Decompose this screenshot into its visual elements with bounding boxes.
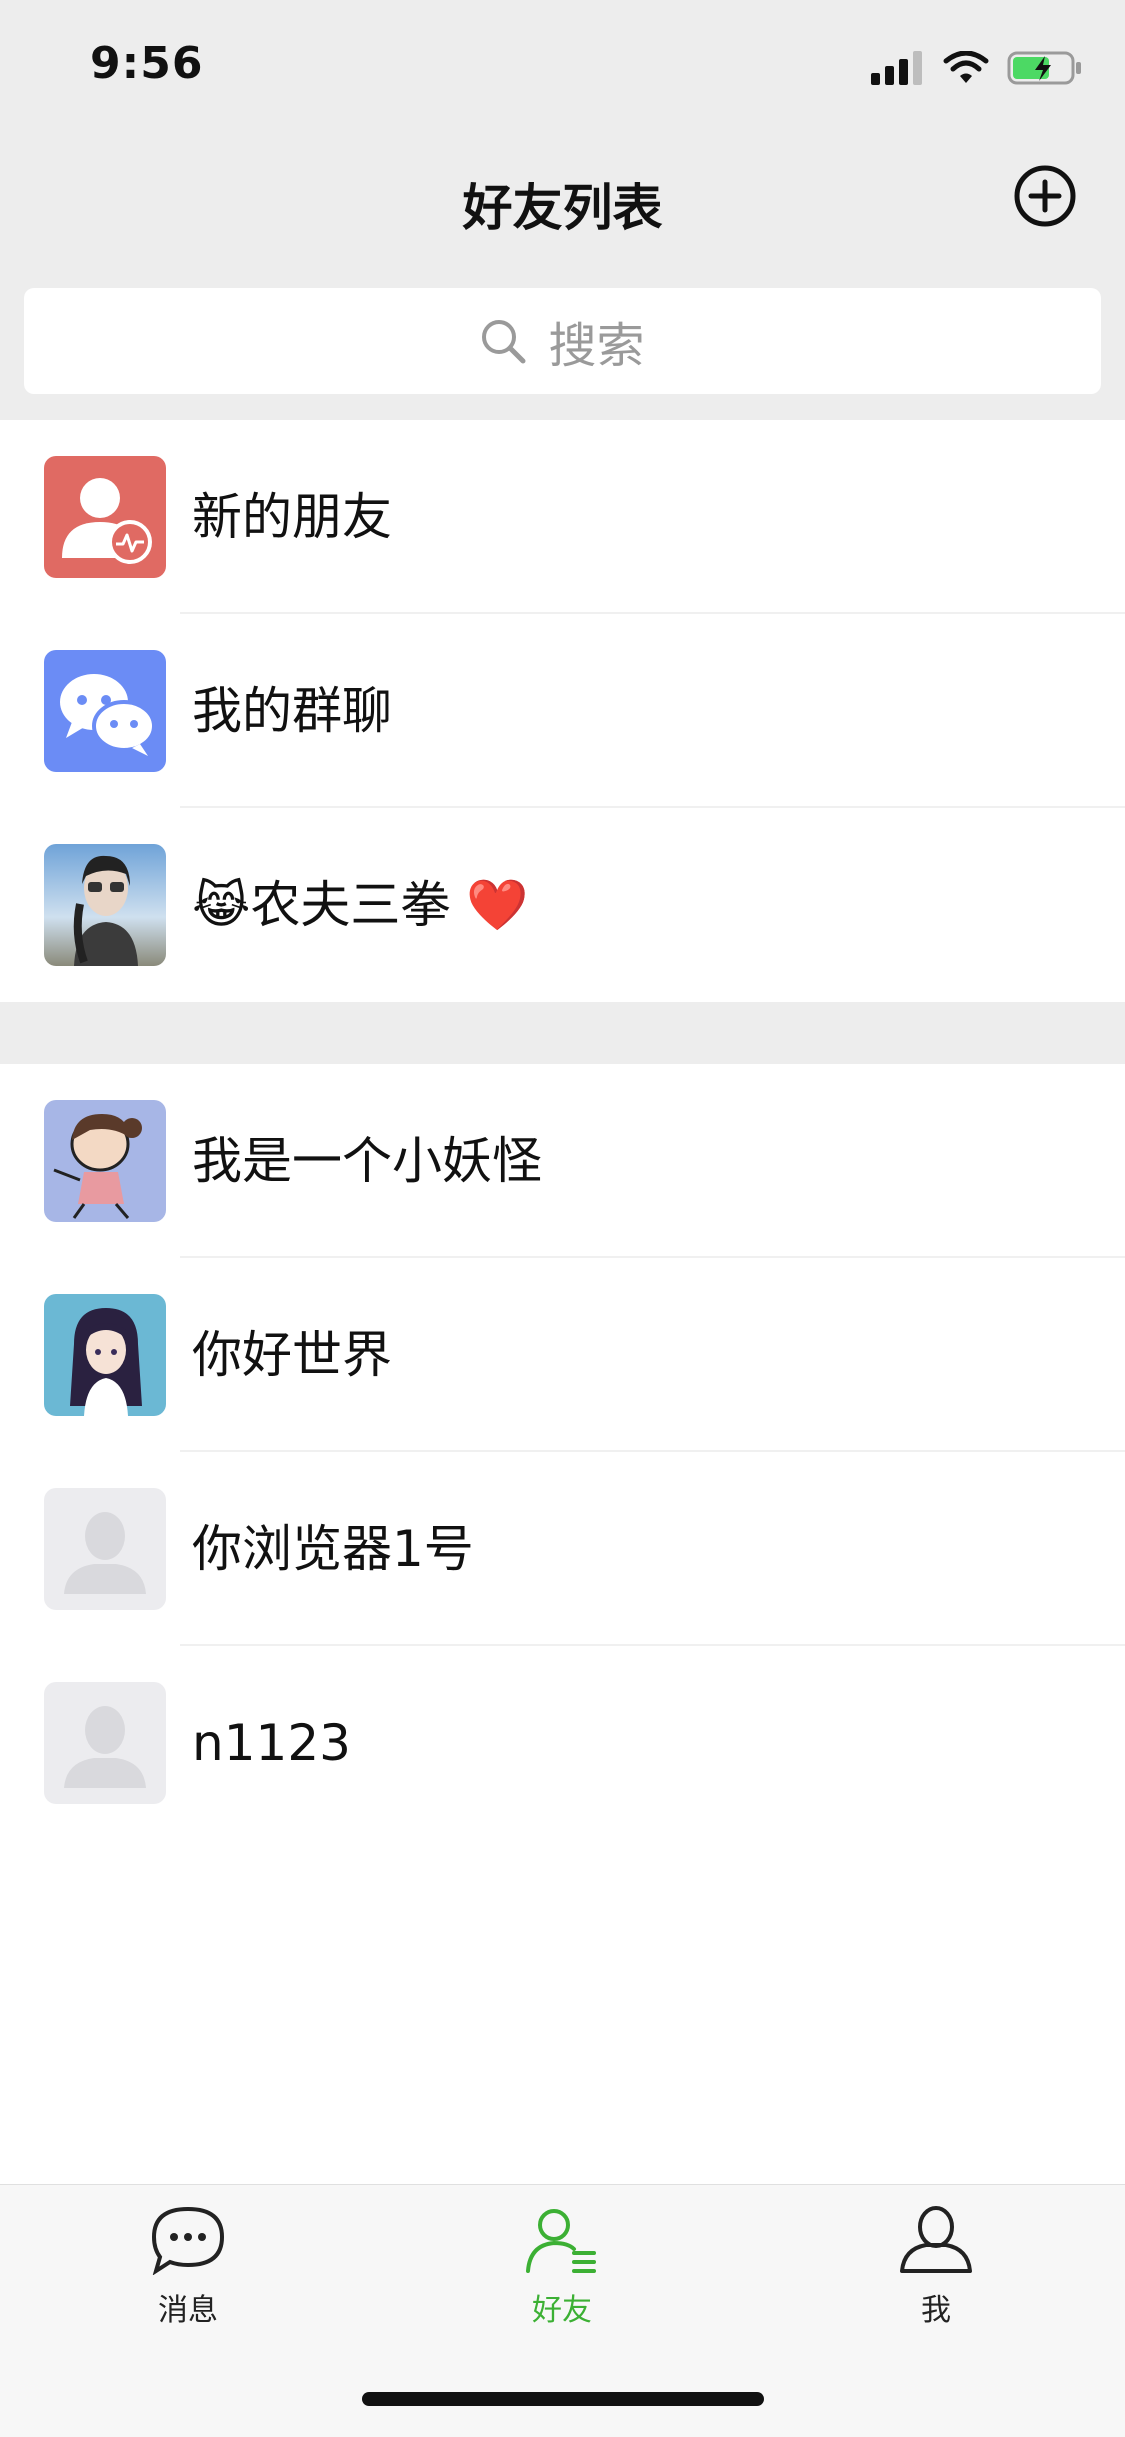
tab-label: 消息 bbox=[158, 2293, 218, 2328]
search-icon bbox=[482, 320, 526, 364]
search-placeholder: 搜索 bbox=[548, 318, 645, 374]
default-avatar bbox=[44, 1682, 166, 1804]
home-indicator bbox=[362, 2392, 764, 2406]
special-list: 新的朋友 我的群聊 😹农夫三拳 ❤️ bbox=[0, 420, 1125, 1002]
page-title: 好友列表 bbox=[462, 179, 663, 237]
tab-label: 我 bbox=[921, 2293, 951, 2328]
list-item-contact[interactable]: 你好世界 bbox=[0, 1258, 1125, 1452]
list-item-contact[interactable]: 你浏览器1号 bbox=[0, 1452, 1125, 1646]
tab-friends[interactable]: 好友 bbox=[482, 2205, 642, 2329]
tab-messages[interactable]: 消息 bbox=[108, 2205, 268, 2329]
list-item-group-chats[interactable]: 我的群聊 bbox=[0, 614, 1125, 808]
list-item-label: 新的朋友 bbox=[192, 488, 392, 546]
list-item-contact[interactable]: 😹农夫三拳 ❤️ bbox=[0, 808, 1125, 1002]
crying-cat-emoji: 😹 bbox=[192, 876, 251, 934]
anime-avatar bbox=[44, 1294, 166, 1416]
person-icon bbox=[900, 2206, 972, 2273]
list-item-label: 我是一个小妖怪 bbox=[192, 1132, 542, 1190]
tab-me[interactable]: 我 bbox=[856, 2205, 1016, 2329]
list-item-contact[interactable]: n1123 bbox=[0, 1646, 1125, 1840]
wifi-icon bbox=[943, 51, 989, 83]
list-item-new-friends[interactable]: 新的朋友 bbox=[0, 420, 1125, 614]
battery-charging-icon bbox=[1007, 51, 1081, 85]
list-item-label: 你浏览器1号 bbox=[192, 1520, 474, 1578]
list-item-label: n1123 bbox=[192, 1714, 351, 1772]
new-friend-icon bbox=[44, 456, 166, 578]
search-input[interactable]: 搜索 bbox=[24, 288, 1101, 394]
status-time: 9:56 bbox=[90, 38, 204, 89]
list-item-label: 😹农夫三拳 ❤️ bbox=[192, 876, 529, 934]
friend-list: 我是一个小妖怪 你好世界 你浏览器1号 n1123 bbox=[0, 1064, 1125, 1840]
group-chat-icon bbox=[44, 650, 166, 772]
list-item-label: 我的群聊 bbox=[192, 682, 392, 740]
default-avatar bbox=[44, 1488, 166, 1610]
contacts-icon bbox=[526, 2209, 596, 2273]
search-section: 搜索 bbox=[0, 262, 1125, 420]
signal-icon bbox=[871, 51, 922, 85]
section-gap bbox=[0, 1002, 1125, 1064]
list-item-label: 你好世界 bbox=[192, 1326, 392, 1384]
photo-avatar bbox=[44, 844, 166, 966]
status-icons bbox=[871, 48, 1083, 88]
add-button[interactable] bbox=[1013, 164, 1077, 228]
heart-emoji: ❤️ bbox=[466, 876, 529, 934]
status-bar: 9:56 bbox=[0, 0, 1125, 132]
nav-bar: 好友列表 bbox=[0, 132, 1125, 262]
chat-bubble-icon bbox=[151, 2206, 225, 2276]
list-item-contact[interactable]: 我是一个小妖怪 bbox=[0, 1064, 1125, 1258]
tab-label: 好友 bbox=[532, 2293, 592, 2328]
cartoon-avatar bbox=[44, 1100, 166, 1222]
